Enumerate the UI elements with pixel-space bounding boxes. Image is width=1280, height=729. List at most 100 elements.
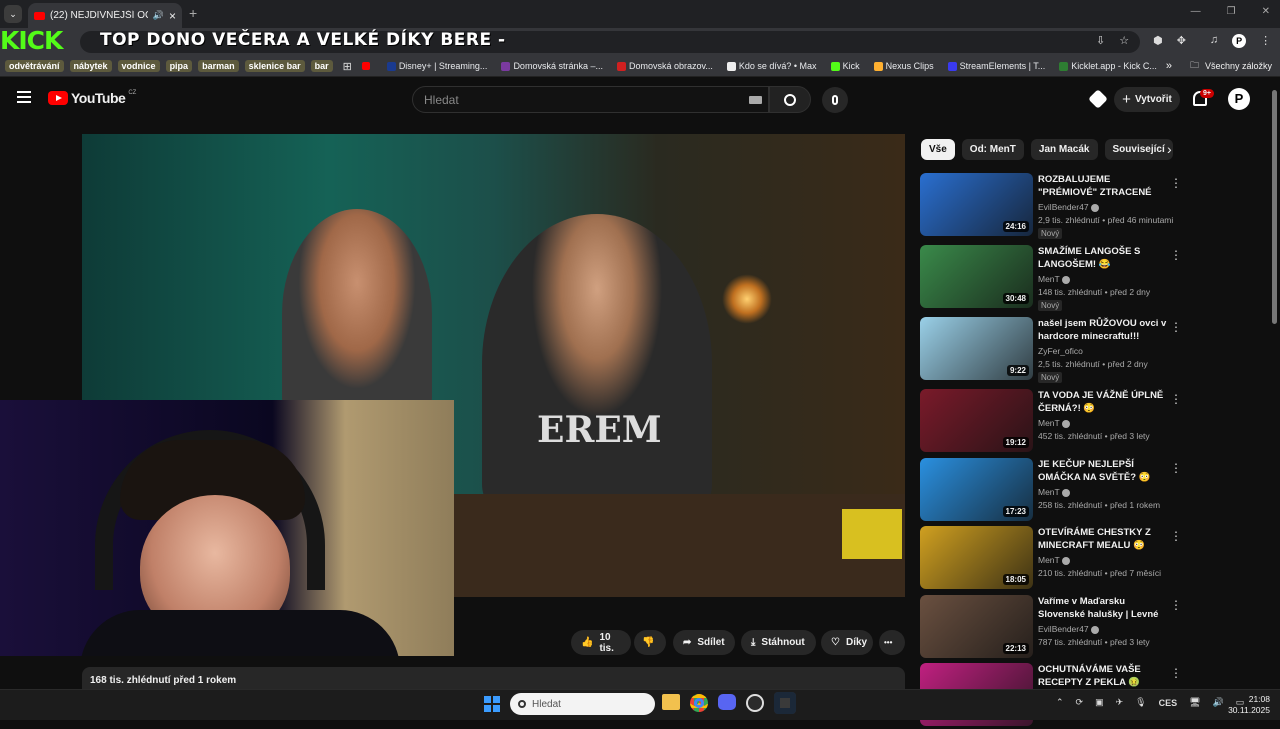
video-title[interactable]: SMAŽÍME LANGOŠE S LANGOŠEM! 😂 xyxy=(1038,245,1170,271)
video-title[interactable]: OTEVÍRÁME CHESTKY Z MINECRAFT MEALU 😳 xyxy=(1038,526,1170,552)
video-thumbnail[interactable]: 17:23 xyxy=(920,458,1033,521)
apps-grid-icon[interactable]: ⊞ xyxy=(343,60,352,73)
share-button[interactable]: ➦ Sdílet xyxy=(673,630,735,655)
video-title[interactable]: našel jsem RŮŽOVOU ovci v hardcore minec… xyxy=(1038,317,1170,343)
tab-close-button[interactable]: × xyxy=(169,9,176,23)
bookmark-item[interactable]: Domovská obrazov... xyxy=(614,61,716,71)
install-app-icon[interactable]: ⇩ xyxy=(1096,34,1105,48)
bookmark-tag[interactable]: pipa xyxy=(165,60,193,72)
bookmark-tag[interactable]: odvětrávání xyxy=(5,60,64,72)
video-thumbnail[interactable]: 30:48 xyxy=(920,245,1033,308)
obs-icon[interactable] xyxy=(746,694,764,712)
video-title[interactable]: TA VODA JE VÁŽNĚ ÚPLNĚ ČERNÁ?! 😳 xyxy=(1038,389,1170,415)
discord-icon[interactable] xyxy=(718,694,736,710)
like-button[interactable]: 👍 10 tis. xyxy=(571,630,631,655)
youtube-search-input[interactable]: Hledat xyxy=(412,86,769,113)
channel-name[interactable]: MenT xyxy=(1038,274,1070,284)
more-options-icon[interactable]: ⋮ xyxy=(1170,598,1182,612)
bookmark-item[interactable]: Kdo se dívá? • Max xyxy=(724,61,820,71)
video-thumbnail[interactable]: 19:12 xyxy=(920,389,1033,452)
channel-name[interactable]: ZyFer_ofico xyxy=(1038,346,1083,356)
channel-name[interactable]: EvilBender47 xyxy=(1038,202,1099,212)
recommended-video[interactable]: 9:22 našel jsem RŮŽOVOU ovci v hardcore m… xyxy=(920,317,1182,383)
video-thumbnail[interactable]: 22:13 xyxy=(920,595,1033,658)
dislike-button[interactable]: 👎 xyxy=(634,630,666,655)
clock[interactable]: 21:08 30.11.2025 xyxy=(1226,694,1270,716)
more-options-icon[interactable]: ⋮ xyxy=(1170,392,1182,406)
tray-overflow-icon[interactable]: ⌃ xyxy=(1056,697,1064,708)
channel-name[interactable]: MenT xyxy=(1038,555,1070,565)
channel-name[interactable]: EvilBender47 xyxy=(1038,624,1099,634)
video-thumbnail[interactable]: 24:16 xyxy=(920,173,1033,236)
chip-all[interactable]: Vše xyxy=(921,139,955,160)
bookmark-star-icon[interactable]: ☆ xyxy=(1119,34,1129,48)
youtube-bookmark-icon[interactable] xyxy=(361,62,370,70)
recommended-video[interactable]: 24:16 ROZBALUJEME "PRÉMIOVÉ" ZTRACENÉ ZÁS… xyxy=(920,173,1182,239)
bookmark-tag[interactable]: bar xyxy=(310,60,333,72)
profile-icon[interactable]: P xyxy=(1232,34,1247,48)
more-options-icon[interactable]: ⋮ xyxy=(1170,176,1182,190)
app-tray-icon[interactable]: ▣ xyxy=(1095,697,1104,708)
video-title[interactable]: JE KEČUP NEJLEPŠÍ OMÁČKA NA SVĚTĚ? 😳 xyxy=(1038,458,1170,484)
voice-search-button[interactable] xyxy=(822,87,848,113)
hamburger-menu-icon[interactable] xyxy=(17,91,31,103)
puzzle-icon[interactable]: ✥ xyxy=(1177,34,1186,48)
new-tab-button[interactable]: + xyxy=(189,5,197,21)
more-options-icon[interactable]: ⋮ xyxy=(1170,320,1182,334)
youtube-logo[interactable]: YouTube CZ xyxy=(48,90,136,106)
sync-icon[interactable]: ⟳ xyxy=(1076,697,1084,708)
recommended-video[interactable]: 17:23 JE KEČUP NEJLEPŠÍ OMÁČKA NA SVĚTĚ? … xyxy=(920,458,1182,524)
channel-name[interactable]: MenT xyxy=(1038,487,1070,497)
video-thumbnail[interactable]: 18:05 xyxy=(920,526,1033,589)
speaker-icon[interactable]: 🔊 xyxy=(153,10,164,21)
maximize-icon[interactable]: ❐ xyxy=(1227,6,1236,17)
keyboard-icon[interactable] xyxy=(749,96,762,104)
tab-search-button[interactable]: ⌄ xyxy=(4,5,22,23)
create-button[interactable]: + Vytvořit xyxy=(1114,87,1180,112)
minimize-icon[interactable]: — xyxy=(1191,6,1201,17)
chip-from-channel[interactable]: Od: MenT xyxy=(961,139,1024,160)
taskbar-search[interactable]: Hledat xyxy=(510,693,655,715)
video-title[interactable]: Vaříme v Maďarsku Slovenské halušky | Le… xyxy=(1038,595,1170,621)
recommended-video[interactable]: 19:12 TA VODA JE VÁŽNĚ ÚPLNĚ ČERNÁ?! 😳 Men… xyxy=(920,389,1182,455)
more-options-icon[interactable]: ⋮ xyxy=(1170,248,1182,262)
bookmark-item[interactable]: Kicklet.app - Kick C... xyxy=(1056,61,1160,71)
bookmark-item[interactable]: Disney+ | Streaming... xyxy=(384,61,491,71)
bookmark-item[interactable]: StreamElements | T... xyxy=(945,61,1049,71)
close-window-icon[interactable]: ✕ xyxy=(1262,6,1270,17)
page-scrollbar[interactable] xyxy=(1272,90,1277,324)
mail-tray-icon[interactable]: ✈ xyxy=(1116,697,1124,708)
more-actions-button[interactable]: ••• xyxy=(879,630,905,655)
chips-next-arrow-icon[interactable]: › xyxy=(1167,141,1172,157)
steam-icon[interactable] xyxy=(774,692,796,714)
bookmark-item[interactable]: Nexus Clips xyxy=(871,61,937,71)
recommended-video[interactable]: 22:13 Vaříme v Maďarsku Slovenské halušky… xyxy=(920,595,1182,661)
channel-name[interactable]: MenT xyxy=(1038,418,1070,428)
bookmark-item[interactable]: Domovská stránka –... xyxy=(498,61,606,71)
chrome-icon[interactable] xyxy=(690,694,708,712)
recommended-video[interactable]: 30:48 SMAŽÍME LANGOŠE S LANGOŠEM! 😂 MenT 1… xyxy=(920,245,1182,311)
browser-tab-active[interactable]: (22) NEJDIVNĚJŠÍ OCHUTNÁVKA 🔊 × xyxy=(28,3,182,28)
chip-jan-macak[interactable]: Jan Macák xyxy=(1030,139,1098,160)
bookmark-tag[interactable]: nábytek xyxy=(69,60,112,72)
account-avatar[interactable]: P xyxy=(1228,88,1250,110)
bookmark-tag[interactable]: sklenice bar xyxy=(244,60,305,72)
network-icon[interactable]: 🖥 xyxy=(1189,697,1200,708)
bookmarks-overflow[interactable]: » xyxy=(1166,60,1172,72)
file-explorer-icon[interactable] xyxy=(662,694,680,710)
windows-start-icon[interactable] xyxy=(484,696,500,712)
more-options-icon[interactable]: ⋮ xyxy=(1170,666,1182,680)
bookmark-tag[interactable]: barman xyxy=(198,60,239,72)
recommended-video[interactable]: 18:05 OTEVÍRÁME CHESTKY Z MINECRAFT MEALU… xyxy=(920,526,1182,592)
mic-tray-icon[interactable]: 🎙 xyxy=(1135,697,1146,708)
browser-menu-icon[interactable]: ⋮ xyxy=(1260,34,1271,48)
chip-related[interactable]: Související xyxy=(1104,139,1173,160)
search-button[interactable] xyxy=(769,86,811,113)
more-options-icon[interactable]: ⋮ xyxy=(1170,529,1182,543)
bookmark-tag[interactable]: vodnice xyxy=(117,60,160,72)
all-bookmarks[interactable]: Všechny záložky xyxy=(1205,61,1272,71)
thanks-button[interactable]: ♡ Díky xyxy=(821,630,873,655)
video-thumbnail[interactable]: 9:22 xyxy=(920,317,1033,380)
bookmark-item[interactable]: Kick xyxy=(828,61,863,71)
video-title[interactable]: OCHUTNÁVÁME VAŠE RECEPTY Z PEKLA 🤢 xyxy=(1038,663,1170,689)
